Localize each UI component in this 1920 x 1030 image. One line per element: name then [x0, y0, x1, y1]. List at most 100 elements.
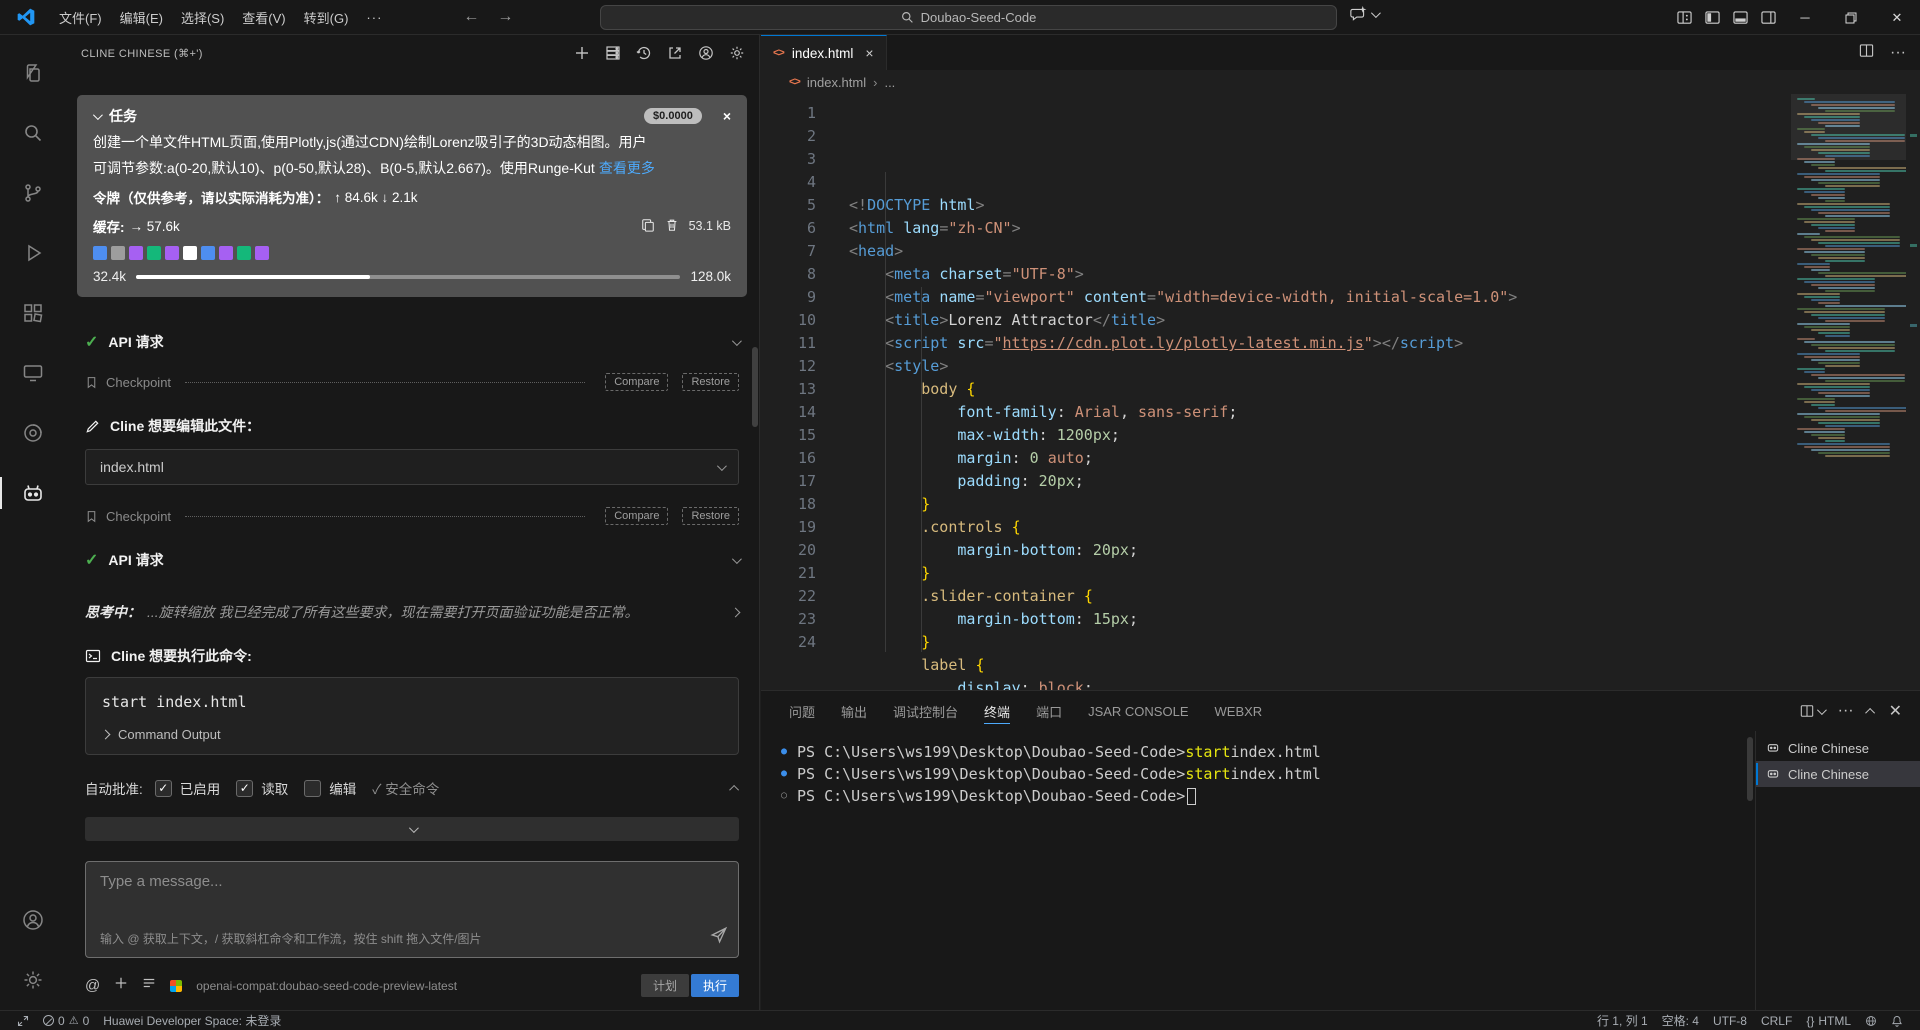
terminal-list-item[interactable]: Cline Chinese	[1756, 735, 1920, 761]
customize-layout-icon[interactable]	[1670, 5, 1698, 31]
command-decoration-icon[interactable]: ●	[781, 741, 797, 763]
eol-sequence[interactable]: CRLF	[1754, 1011, 1799, 1030]
menu-item[interactable]: 选择(S)	[172, 4, 233, 31]
add-icon[interactable]	[114, 976, 128, 995]
auto-approve-checkbox[interactable]: ✓已启用	[155, 778, 221, 798]
terminal-list-item[interactable]: Cline Chinese	[1756, 761, 1920, 787]
code-line[interactable]: <title>Lorenz Attractor</title>	[849, 309, 1920, 332]
edited-file-dropdown[interactable]: index.html	[85, 449, 739, 485]
activity-cloud-icon[interactable]	[0, 403, 65, 463]
plan-mode-button[interactable]: 计划	[641, 974, 689, 997]
code-line[interactable]: body {	[849, 378, 1920, 401]
breadcrumb[interactable]: <> index.html › ...	[761, 70, 1920, 94]
activity-remote-explorer-icon[interactable]	[0, 343, 65, 403]
api-request-row[interactable]: ✓ API 请求	[85, 547, 739, 573]
terminal-output[interactable]: ●PS C:\Users\ws199\Desktop\Doubao-Seed-C…	[761, 731, 1755, 1010]
chat-input[interactable]: Type a message... 输入 @ 获取上下文，/ 获取斜杠命令和工作…	[85, 861, 739, 958]
activity-extensions-icon[interactable]	[0, 283, 65, 343]
rules-icon[interactable]	[142, 976, 156, 995]
menu-item[interactable]: 查看(V)	[233, 4, 294, 31]
activity-explorer-icon[interactable]	[0, 43, 65, 103]
code-line[interactable]: <html lang="zh-CN">	[849, 217, 1920, 240]
code-line[interactable]: <!DOCTYPE html>	[849, 194, 1920, 217]
indentation[interactable]: 空格: 4	[1655, 1011, 1706, 1030]
model-name[interactable]: openai-compat:doubao-seed-code-preview-l…	[196, 979, 457, 993]
restore-button[interactable]: Restore	[682, 373, 739, 391]
close-window-button[interactable]: ✕	[1874, 1, 1920, 35]
problems-indicator[interactable]: 0 ⚠ 0	[36, 1011, 96, 1030]
checkbox-icon[interactable]: ✓	[236, 780, 253, 797]
code-line[interactable]: <style>	[849, 355, 1920, 378]
language-mode[interactable]: {} HTML	[1799, 1011, 1858, 1030]
delete-icon[interactable]	[665, 218, 679, 235]
task-collapse-icon[interactable]	[93, 110, 103, 120]
restore-button[interactable]	[1828, 1, 1874, 35]
code-line[interactable]: }	[849, 493, 1920, 516]
task-close-icon[interactable]: ×	[723, 108, 731, 124]
thinking-row[interactable]: 思考中： ...旋转缩放 我已经完成了所有这些要求，现在需要打开页面验证功能是否…	[85, 601, 739, 623]
code-line[interactable]: display: block;	[849, 677, 1920, 690]
editor-more-actions-icon[interactable]: ···	[1890, 44, 1906, 62]
activity-search-icon[interactable]	[0, 103, 65, 163]
panel-tab-6[interactable]: JSAR CONSOLE	[1088, 691, 1188, 731]
act-mode-button[interactable]: 执行	[691, 974, 739, 997]
new-task-icon[interactable]	[574, 45, 590, 61]
command-center-search[interactable]: Doubao-Seed-Code	[600, 5, 1337, 30]
code-line[interactable]: <script src="https://cdn.plot.ly/plotly-…	[849, 332, 1920, 355]
code-line[interactable]: <meta name="viewport" content="width=dev…	[849, 286, 1920, 309]
accounts-icon[interactable]	[0, 890, 65, 950]
panel-tab-4[interactable]: 终端	[984, 691, 1010, 731]
panel-tab-5[interactable]: 端口	[1036, 691, 1062, 731]
code-line[interactable]: <meta charset="UTF-8">	[849, 263, 1920, 286]
code-line[interactable]: .controls {	[849, 516, 1920, 539]
code-line[interactable]: }	[849, 562, 1920, 585]
panel-tab-1[interactable]: 问题	[789, 691, 815, 731]
checkbox-icon[interactable]: ✓	[155, 780, 172, 797]
checkbox-icon[interactable]	[304, 780, 321, 797]
auto-approve-checkbox[interactable]: 编辑	[304, 778, 356, 798]
tab-index-html[interactable]: <> index.html ×	[761, 35, 887, 70]
code-line[interactable]: max-width: 1200px;	[849, 424, 1920, 447]
manage-gear-icon[interactable]	[0, 950, 65, 1010]
remote-indicator-icon[interactable]	[10, 1011, 36, 1030]
code-line[interactable]: font-family: Arial, sans-serif;	[849, 401, 1920, 424]
terminal-scrollbar[interactable]	[1747, 737, 1753, 801]
copilot-chat-button[interactable]	[1350, 6, 1378, 23]
open-in-editor-icon[interactable]	[667, 45, 683, 61]
toggle-sidebar-icon[interactable]	[1698, 5, 1726, 31]
code-line[interactable]: .slider-container {	[849, 585, 1920, 608]
close-panel-icon[interactable]: ✕	[1889, 701, 1902, 721]
code-line[interactable]: padding: 20px;	[849, 470, 1920, 493]
activity-cline-icon[interactable]	[0, 463, 65, 523]
menu-item[interactable]: 编辑(E)	[111, 4, 172, 31]
split-editor-icon[interactable]	[1859, 43, 1874, 63]
code-editor[interactable]: 123456789101112131415161718192021222324 …	[761, 94, 1920, 690]
see-more-link[interactable]: 查看更多	[599, 159, 655, 178]
chevron-down-icon[interactable]	[1817, 705, 1827, 715]
cursor-position[interactable]: 行 1, 列 1	[1590, 1011, 1655, 1030]
notifications-bell-icon[interactable]	[1884, 1011, 1910, 1030]
command-decoration-icon[interactable]: ○	[781, 785, 797, 807]
feedback-globe-icon[interactable]	[1858, 1011, 1884, 1030]
quick-actions-expander[interactable]	[85, 817, 739, 841]
command-output-toggle[interactable]: Command Output	[102, 727, 722, 742]
account-icon[interactable]	[698, 45, 714, 61]
maximize-panel-icon[interactable]	[1865, 707, 1875, 717]
close-tab-icon[interactable]: ×	[865, 45, 873, 61]
history-forward-icon[interactable]: →	[497, 8, 513, 26]
history-icon[interactable]	[636, 45, 652, 61]
copy-icon[interactable]	[641, 218, 655, 235]
code-line[interactable]: margin-bottom: 20px;	[849, 539, 1920, 562]
compare-button[interactable]: Compare	[605, 507, 668, 525]
split-terminal-icon[interactable]	[1800, 704, 1824, 718]
compare-button[interactable]: Compare	[605, 373, 668, 391]
toggle-panel-icon[interactable]	[1726, 5, 1754, 31]
code-line[interactable]: label {	[849, 654, 1920, 677]
chevron-right-icon[interactable]	[731, 607, 741, 617]
minimap[interactable]	[1791, 94, 1906, 534]
minimize-button[interactable]: ─	[1782, 1, 1828, 35]
chevron-down-icon[interactable]	[732, 554, 742, 564]
history-back-icon[interactable]: ←	[463, 8, 479, 26]
chevron-up-icon[interactable]	[729, 784, 739, 794]
toggle-secondary-sidebar-icon[interactable]	[1754, 5, 1782, 31]
